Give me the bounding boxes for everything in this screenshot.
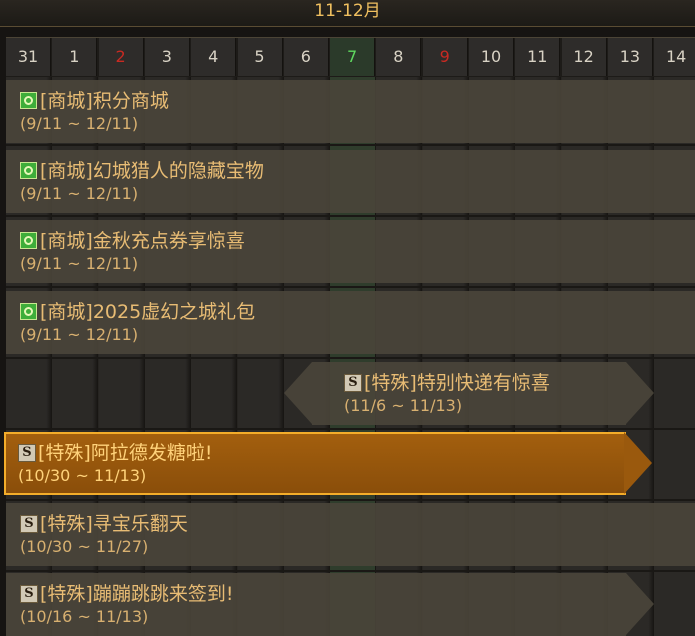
day-cell: 9 <box>422 38 468 76</box>
row-divider <box>6 144 695 146</box>
special-icon: S <box>344 374 362 392</box>
event-end-arrow <box>626 362 654 424</box>
day-cell: 2 <box>98 38 144 76</box>
event-title: [特殊]阿拉德发糖啦! <box>38 442 213 464</box>
mall-icon <box>20 303 37 320</box>
event-title: [特殊]寻宝乐翻天 <box>40 513 188 535</box>
mall-icon <box>20 232 37 249</box>
day-cell: 5 <box>237 38 283 76</box>
day-cell: 10 <box>469 38 514 76</box>
event-bar[interactable]: S [特殊]特别快递有惊喜 (11/6 ~ 11/13) <box>284 362 654 425</box>
day-cell: 7 <box>330 38 376 76</box>
row-divider <box>6 357 695 359</box>
month-title: 11-12月 <box>314 1 381 21</box>
event-bar[interactable]: [商城]积分商城 (9/11 ~ 12/11) <box>6 80 695 143</box>
special-icon: S <box>20 585 38 603</box>
day-cell: 4 <box>191 38 237 76</box>
event-title: [特殊]特别快递有惊喜 <box>364 372 550 394</box>
row-divider <box>6 570 695 572</box>
event-dates: (11/6 ~ 11/13) <box>344 396 463 415</box>
event-dates: (9/11 ~ 12/11) <box>20 114 139 133</box>
mall-icon <box>20 92 37 109</box>
row-divider <box>6 499 695 501</box>
day-cell: 12 <box>561 38 607 76</box>
day-cell: 14 <box>654 38 695 76</box>
special-icon: S <box>18 444 36 462</box>
event-bar[interactable]: S [特殊]阿拉德发糖啦! (10/30 ~ 11/13) <box>4 432 652 495</box>
row-divider <box>6 428 695 430</box>
row-divider <box>6 215 695 217</box>
row-divider <box>6 286 695 288</box>
event-dates: (9/11 ~ 12/11) <box>20 254 139 273</box>
event-title: [特殊]蹦蹦跳跳来签到! <box>40 583 234 605</box>
event-bar[interactable]: S [特殊]寻宝乐翻天 (10/30 ~ 11/27) <box>6 503 695 566</box>
day-cell: 6 <box>283 38 329 76</box>
calendar-header: 11-12月 <box>0 0 695 27</box>
day-cell: 8 <box>376 38 422 76</box>
event-title: [商城]积分商城 <box>40 90 169 112</box>
event-bar[interactable]: [商城]金秋充点券享惊喜 (9/11 ~ 12/11) <box>6 220 695 283</box>
day-cell: 3 <box>144 38 190 76</box>
event-dates: (9/11 ~ 12/11) <box>20 325 139 344</box>
event-dates: (9/11 ~ 12/11) <box>20 184 139 203</box>
day-cell: 31 <box>6 38 51 76</box>
day-cell: 1 <box>52 38 98 76</box>
special-icon: S <box>20 515 38 533</box>
event-bar[interactable]: S [特殊]蹦蹦跳跳来签到! (10/16 ~ 11/13) <box>6 573 654 636</box>
day-header-bar: 31 1 2 3 4 5 6 7 8 9 10 11 12 13 14 <box>6 37 695 77</box>
event-bar[interactable]: [商城]幻城猎人的隐藏宝物 (9/11 ~ 12/11) <box>6 150 695 213</box>
event-title: [商城]金秋充点券享惊喜 <box>40 230 245 252</box>
day-cell: 13 <box>607 38 653 76</box>
event-dates: (10/30 ~ 11/13) <box>18 466 147 485</box>
event-dates: (10/30 ~ 11/27) <box>20 537 149 556</box>
event-end-arrow-outline <box>624 432 652 494</box>
event-title: [商城]2025虚幻之城礼包 <box>40 301 256 323</box>
day-cell: 11 <box>515 38 561 76</box>
event-start-arrow <box>284 362 312 424</box>
event-end-arrow <box>626 573 654 635</box>
mall-icon <box>20 162 37 179</box>
event-title: [商城]幻城猎人的隐藏宝物 <box>40 160 264 182</box>
event-bar[interactable]: [商城]2025虚幻之城礼包 (9/11 ~ 12/11) <box>6 291 695 354</box>
event-dates: (10/16 ~ 11/13) <box>20 607 149 626</box>
